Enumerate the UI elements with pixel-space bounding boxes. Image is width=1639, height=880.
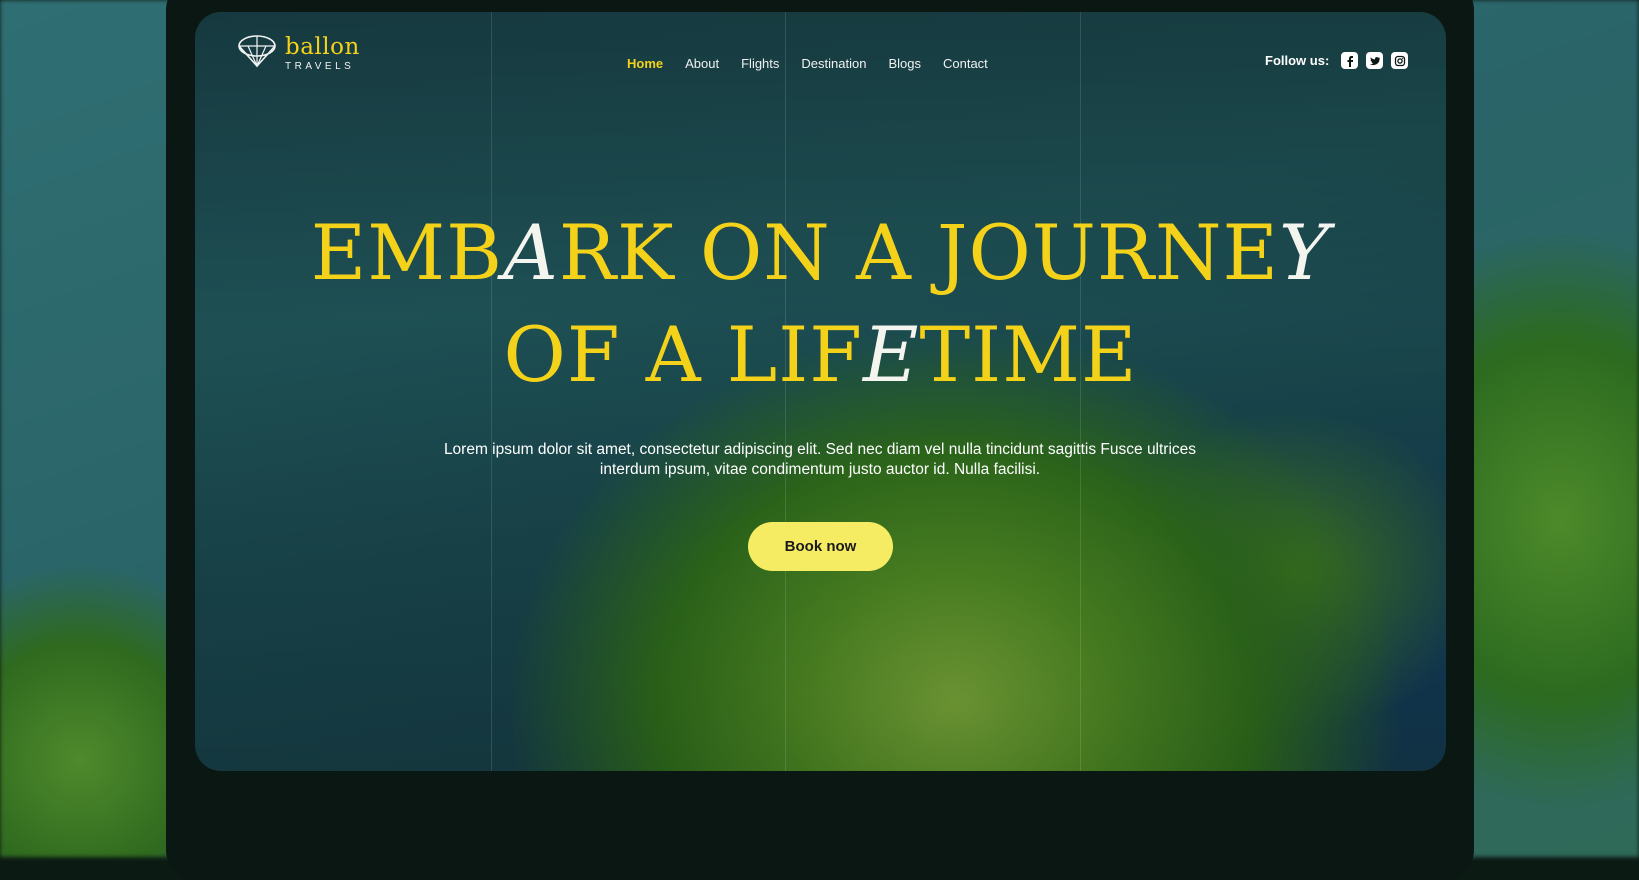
nav-item-about[interactable]: About — [685, 56, 719, 71]
headline-line-2: OF A LIFETIME — [504, 310, 1138, 399]
headline-text: RK ON A JOURNE — [558, 208, 1280, 297]
social-links: Follow us: — [1265, 52, 1416, 69]
hero-headline: EMBARK ON A JOURNEY OF A LIFETIME — [195, 202, 1446, 406]
headline-line-1: EMBARK ON A JOURNEY — [311, 208, 1330, 297]
twitter-icon[interactable] — [1366, 52, 1384, 69]
nav-item-contact[interactable]: Contact — [943, 56, 988, 71]
hero-description: Lorem ipsum dolor sit amet, consectetur … — [443, 441, 1197, 478]
nav-item-destination[interactable]: Destination — [801, 56, 866, 71]
hero-section: ballon TRAVELS Home About Flights Destin… — [195, 12, 1446, 771]
balloon-icon — [237, 34, 277, 73]
main-menu: Home About Flights Destination Blogs Con… — [627, 56, 1010, 71]
headline-text: EMB — [310, 208, 503, 297]
navbar: ballon TRAVELS Home About Flights Destin… — [195, 12, 1446, 92]
brand-name: ballon — [285, 33, 360, 60]
follow-label: Follow us: — [1265, 53, 1330, 68]
instagram-icon[interactable] — [1391, 52, 1409, 69]
brand-tagline: TRAVELS — [285, 60, 355, 72]
headline-highlight: A — [502, 208, 559, 297]
headline-highlight: Y — [1279, 208, 1331, 297]
headline-highlight: E — [862, 310, 920, 399]
nav-item-flights[interactable]: Flights — [741, 56, 779, 71]
headline-text: OF A LIF — [503, 310, 863, 399]
facebook-icon[interactable] — [1341, 52, 1359, 69]
nav-item-blogs[interactable]: Blogs — [888, 56, 921, 71]
book-now-button[interactable]: Book now — [748, 522, 893, 571]
brand-logo[interactable]: ballon TRAVELS — [237, 34, 360, 73]
headline-text: TIME — [919, 310, 1138, 399]
nav-item-home[interactable]: Home — [627, 56, 663, 71]
brand-text: ballon TRAVELS — [285, 33, 360, 72]
